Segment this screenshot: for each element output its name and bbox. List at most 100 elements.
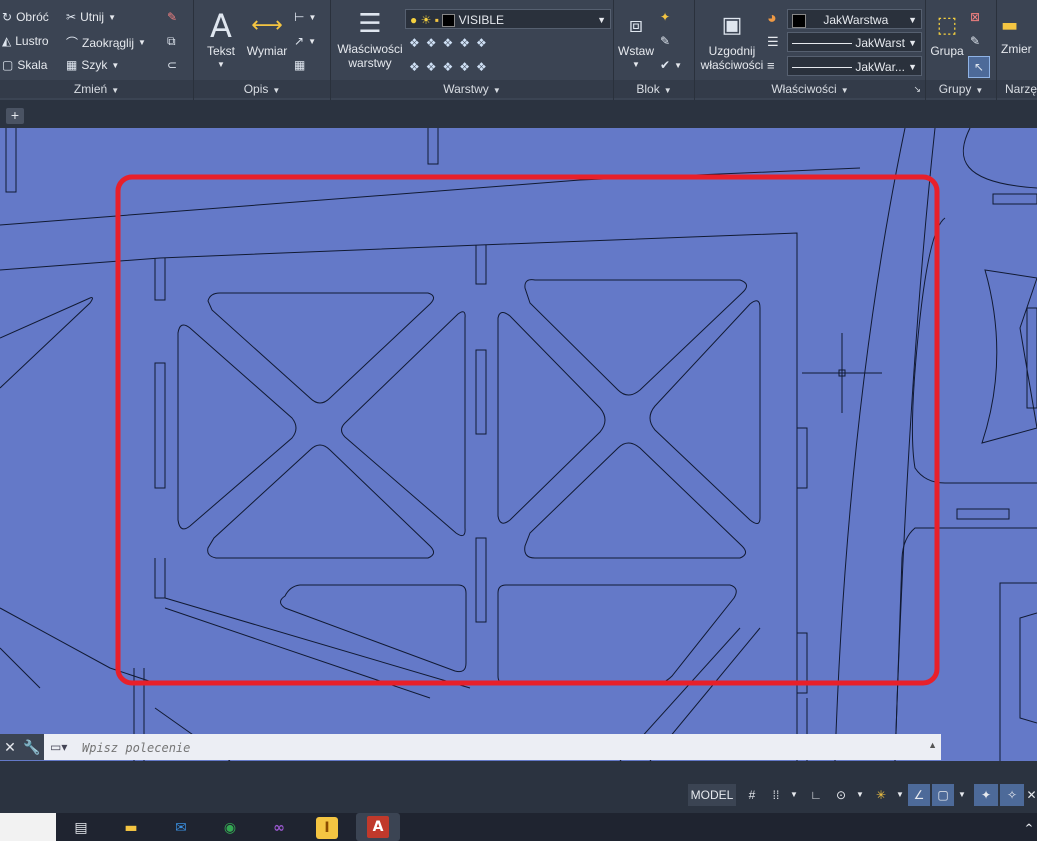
- chevron-up-icon[interactable]: ^: [1018, 817, 1037, 839]
- chevron-down-icon: ▼: [272, 86, 281, 95]
- fillet-button[interactable]: ⌒ Zaokrąglij ▼: [66, 34, 146, 51]
- chevron-down-icon[interactable]: ▼: [854, 784, 866, 806]
- insert-block-icon: ⧈: [629, 13, 643, 38]
- chevron-down-icon: ▼: [975, 86, 984, 95]
- lineweight-icon: ≡: [767, 58, 775, 73]
- lightbulb-icon: ●: [410, 13, 418, 27]
- ortho-icon[interactable]: ∟: [806, 784, 826, 806]
- create-block-icon: ✦: [660, 10, 671, 24]
- layer-stack-icon: ☰: [358, 9, 382, 39]
- layer-tools-row-2[interactable]: ❖❖❖❖❖: [409, 60, 493, 74]
- utilities-panel-title[interactable]: Narzę: [997, 80, 1037, 98]
- linear-dimension-icon: ⊢: [294, 10, 305, 24]
- command-input[interactable]: [80, 737, 924, 759]
- chevron-down-icon: ▼: [632, 60, 640, 69]
- chevron-down-icon: ▼: [138, 38, 146, 47]
- object-snap-icon[interactable]: ▢: [932, 784, 954, 806]
- linetype-dropdown[interactable]: JakWarst ▼: [787, 32, 922, 52]
- layer-tools-row-1[interactable]: ❖❖❖❖❖: [409, 36, 493, 50]
- group-selection-toggle[interactable]: ↖: [968, 56, 990, 78]
- taskbar-search-box[interactable]: [0, 813, 56, 841]
- auto-scale-icon[interactable]: ✧: [1000, 784, 1024, 806]
- text-button[interactable]: A Tekst ▼: [204, 8, 238, 72]
- sun-icon: ☀: [420, 13, 432, 27]
- object-snap-tracking-icon[interactable]: ∠: [908, 784, 930, 806]
- layer-dropdown[interactable]: ● ☀ ▪ VISIBLE ▼: [405, 9, 611, 29]
- group-button[interactable]: ⬚ Grupa: [928, 8, 966, 58]
- annotation-scale-icon[interactable]: ✕: [1026, 784, 1037, 806]
- create-block-button[interactable]: ✦: [660, 10, 670, 24]
- inventor-icon[interactable]: I: [316, 817, 338, 839]
- unlock-icon: ▪: [434, 13, 439, 27]
- scale-button[interactable]: ▢ Skala: [2, 58, 47, 72]
- grid-icon[interactable]: #: [740, 784, 764, 806]
- color-dropdown[interactable]: JakWarstwa ▼: [787, 9, 922, 29]
- trim-button[interactable]: ✂ Utnij ▼: [66, 10, 116, 24]
- group-edit-button[interactable]: ✎: [970, 34, 980, 48]
- chevron-down-icon[interactable]: ▼: [788, 784, 800, 806]
- layer-tools-icon: ❖❖❖❖❖: [409, 36, 493, 50]
- insert-button[interactable]: ⧈ Wstaw ▼: [616, 8, 656, 72]
- erase-button[interactable]: ✎: [167, 10, 177, 24]
- chevron-up-icon[interactable]: ▲: [928, 740, 937, 750]
- layers-panel-title[interactable]: Warstwy ▼: [331, 80, 613, 98]
- properties-panel-title[interactable]: Właściwości ▼ ↘: [695, 80, 925, 98]
- chevron-down-icon: ▼: [308, 12, 317, 22]
- visual-studio-icon[interactable]: ∞: [268, 817, 290, 839]
- close-icon[interactable]: ✕: [0, 734, 20, 760]
- measure-button[interactable]: ▬ Zmier: [1001, 10, 1037, 56]
- chevron-down-icon: ▼: [663, 86, 672, 95]
- groups-panel-title[interactable]: Grupy ▼: [926, 80, 996, 98]
- taskbar: ▤ ▬ ✉ ◉ ∞ I A ^: [0, 813, 1037, 841]
- rotate-icon: ↻: [2, 10, 13, 24]
- customize-wrench-icon[interactable]: 🔧: [20, 734, 44, 760]
- file-tab-strip: +: [0, 100, 1037, 128]
- attribute-button[interactable]: ✔ ▼: [660, 58, 682, 72]
- layer-color-swatch: [442, 14, 456, 28]
- dialog-launcher-icon[interactable]: ↘: [913, 80, 921, 98]
- table-button[interactable]: ▦: [294, 58, 305, 72]
- mail-icon[interactable]: ✉: [170, 817, 192, 839]
- chevron-down-icon: ▼: [908, 15, 917, 25]
- chevron-down-icon[interactable]: ▼: [894, 784, 906, 806]
- polar-tracking-icon[interactable]: ⊙: [830, 784, 852, 806]
- text-icon: A: [210, 7, 232, 45]
- ribbon: ↻ Obróć ✂ Utnij ▼ ✎ ◭ Lustro ⌒ Zaokrągli…: [0, 0, 1037, 100]
- linear-dim-button[interactable]: ⊢ ▼: [294, 10, 316, 24]
- edit-block-button[interactable]: ✎: [660, 34, 670, 48]
- snap-icon[interactable]: ⁞⁞: [766, 784, 786, 806]
- layer-properties-button[interactable]: ☰ Właściwości warstwy: [333, 6, 407, 70]
- array-button[interactable]: ▦ Szyk ▼: [66, 58, 119, 72]
- annotation-panel-title[interactable]: Opis ▼: [194, 80, 330, 98]
- rotate-button[interactable]: ↻ Obróć: [2, 10, 49, 24]
- leader-icon: ↗: [294, 34, 305, 48]
- annotation-visibility-icon[interactable]: ✦: [974, 784, 998, 806]
- autocad-taskbar-button[interactable]: A: [356, 813, 400, 841]
- leader-button[interactable]: ↗ ▼: [294, 34, 316, 48]
- chevron-down-icon[interactable]: ▼: [956, 784, 968, 806]
- model-space-button[interactable]: MODEL: [688, 784, 736, 806]
- ungroup-button[interactable]: ⊠: [970, 10, 980, 24]
- block-panel-title[interactable]: Blok ▼: [614, 80, 694, 98]
- modify-panel-title[interactable]: Zmień ▼: [0, 80, 193, 98]
- match-properties-icon: ▣: [721, 13, 743, 38]
- offset-button[interactable]: ⊂: [167, 58, 177, 72]
- new-tab-button[interactable]: +: [6, 108, 24, 124]
- drawing-canvas[interactable]: [0, 128, 1037, 761]
- command-prompt-icon[interactable]: ▭▾: [50, 740, 67, 754]
- task-view-icon[interactable]: ▤: [70, 817, 92, 839]
- copy-button[interactable]: ⧉: [167, 34, 176, 49]
- lineweight-dropdown[interactable]: JakWar... ▼: [787, 56, 922, 76]
- dimension-button[interactable]: ⟷ Wymiar: [244, 8, 290, 58]
- color-wheel-icon: ◕: [767, 10, 777, 27]
- array-icon: ▦: [66, 58, 78, 72]
- group-edit-icon: ✎: [970, 34, 981, 48]
- linetype-sample: [792, 43, 852, 45]
- chrome-icon[interactable]: ◉: [219, 817, 241, 839]
- chevron-down-icon: ▼: [217, 60, 225, 69]
- chevron-down-icon: ▼: [597, 15, 606, 25]
- file-explorer-icon[interactable]: ▬: [120, 817, 142, 839]
- isodraft-icon[interactable]: ✳: [870, 784, 892, 806]
- mirror-button[interactable]: ◭ Lustro: [2, 34, 49, 48]
- match-properties-button[interactable]: ▣ Uzgodnij właściwości: [697, 8, 767, 72]
